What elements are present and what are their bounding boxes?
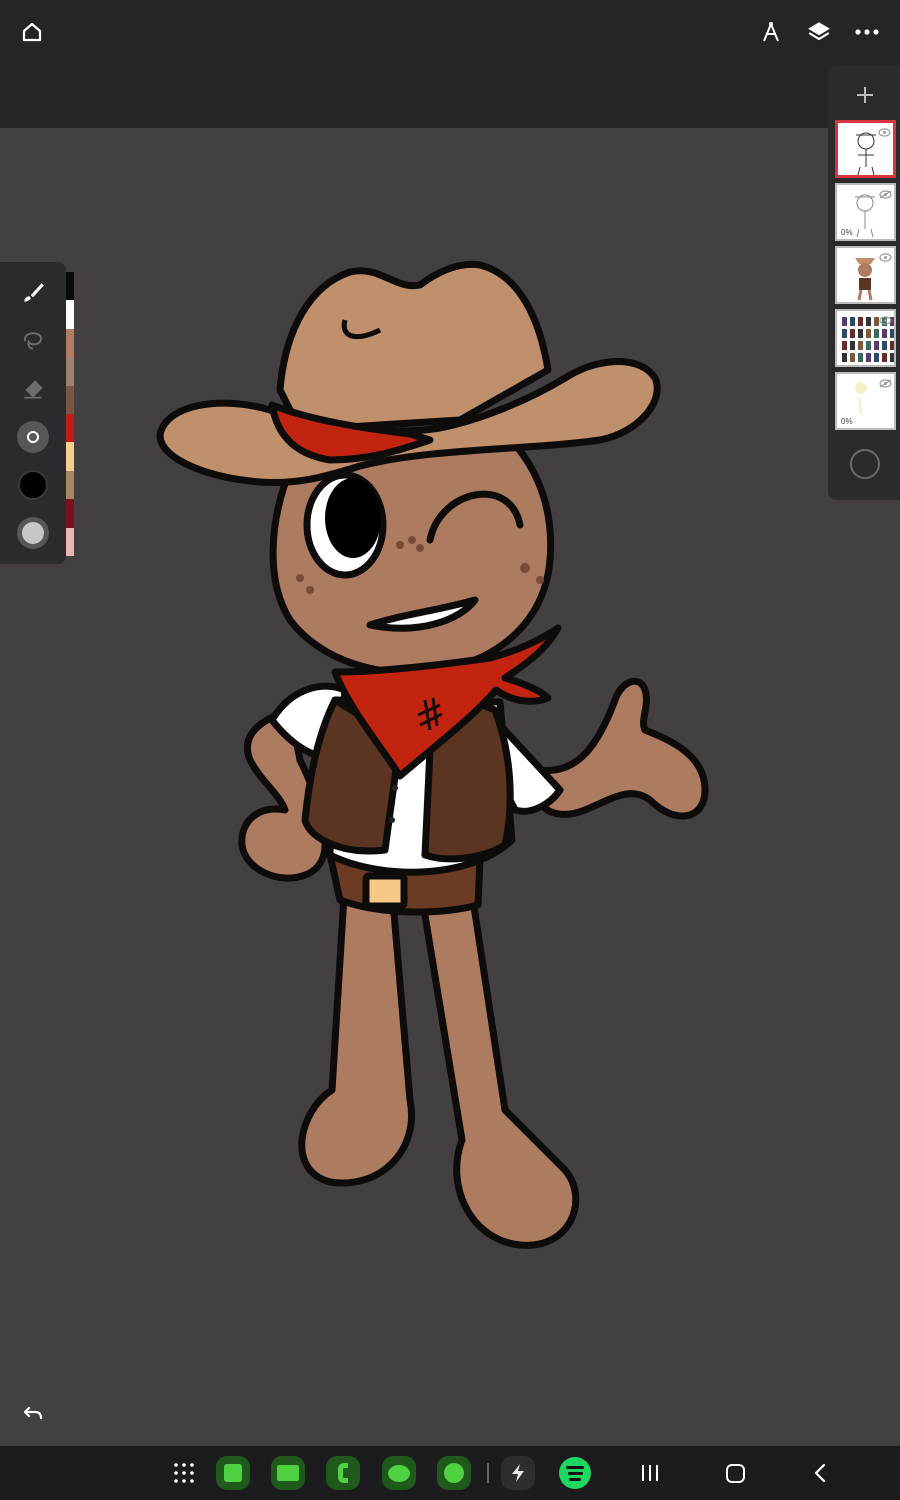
opacity-icon[interactable] [14, 514, 52, 552]
system-navbar [0, 1446, 900, 1500]
palette-swatch[interactable] [66, 357, 74, 386]
palette-swatch[interactable] [66, 413, 74, 443]
layer-opacity-label: 0% [841, 417, 853, 426]
palette-swatch[interactable] [66, 385, 74, 414]
tool-panel [0, 262, 66, 564]
drawing-canvas[interactable] [0, 128, 900, 1446]
home-circle-icon[interactable] [716, 1454, 754, 1492]
palette-swatch[interactable] [66, 499, 74, 528]
lasso-icon[interactable] [14, 322, 52, 360]
app-drawer-icon[interactable] [165, 1454, 203, 1492]
layer-options-circle[interactable] [850, 449, 880, 479]
eye-icon[interactable] [879, 312, 892, 330]
add-layer-icon[interactable] [848, 78, 882, 112]
palette-swatch[interactable] [66, 300, 74, 329]
eye-hidden-icon[interactable] [879, 186, 892, 204]
eraser-icon[interactable] [14, 370, 52, 408]
layer-color-art[interactable] [835, 246, 896, 304]
messages-app-icon[interactable] [380, 1454, 418, 1492]
brush-icon[interactable] [14, 274, 52, 312]
home-icon[interactable] [15, 15, 49, 49]
eye-hidden-icon[interactable] [879, 375, 892, 393]
color-icon[interactable] [14, 466, 52, 504]
color-palette [66, 272, 74, 556]
palette-swatch[interactable] [66, 470, 74, 500]
power-app-icon[interactable] [499, 1454, 537, 1492]
eye-icon[interactable] [879, 249, 892, 267]
layer-sketch-rough[interactable]: 0% [835, 183, 896, 241]
palette-swatch[interactable] [66, 328, 74, 358]
layer-sketch-lines[interactable] [835, 120, 896, 178]
layer-panel: 0% 0% [828, 66, 900, 500]
palette-swatch[interactable] [66, 527, 74, 556]
phone-app-icon[interactable] [324, 1454, 362, 1492]
files-app-icon[interactable] [269, 1454, 307, 1492]
palette-swatch[interactable] [66, 272, 74, 301]
eye-icon[interactable] [878, 124, 891, 142]
layer-reference-sheet[interactable] [835, 309, 896, 367]
layer-light-layer[interactable]: 0% [835, 372, 896, 430]
drawing-app: 0% 0% [0, 0, 900, 1500]
brush-size-icon[interactable] [14, 418, 52, 456]
more-icon[interactable] [850, 15, 884, 49]
navbar-divider [487, 1463, 489, 1483]
spotify-app-icon[interactable] [556, 1454, 594, 1492]
top-toolbar [0, 0, 900, 128]
sketch-app-icon[interactable] [435, 1454, 473, 1492]
cowboy-character-artwork [156, 260, 709, 1249]
palette-swatch[interactable] [66, 442, 74, 471]
back-icon[interactable] [801, 1454, 839, 1492]
ruler-icon[interactable] [754, 15, 788, 49]
recents-icon[interactable] [631, 1454, 669, 1492]
notes-app-icon[interactable] [214, 1454, 252, 1492]
layers-icon[interactable] [802, 15, 836, 49]
layer-opacity-label: 0% [841, 228, 853, 237]
undo-icon[interactable] [16, 1396, 50, 1430]
